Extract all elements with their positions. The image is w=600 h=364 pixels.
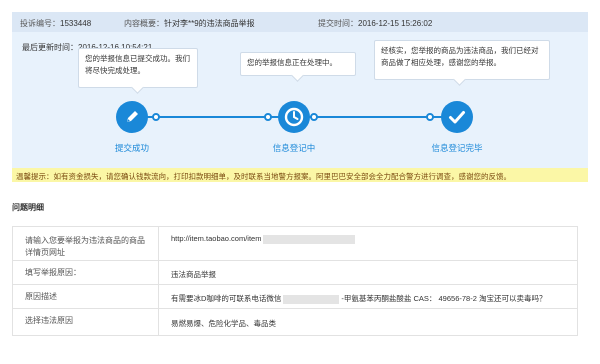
row-value: 易燃易爆、危险化学品、毒品类 [171, 319, 276, 328]
table-row: 选择违法原因 易燃易爆、危险化学品、毒品类 [13, 309, 577, 335]
row-label: 请输入您要举报为违法商品的商品详情页网址 [13, 227, 159, 260]
redacted-block [263, 234, 356, 244]
warning-banner: 温馨提示：如有资金损失，请您确认钱款流向，打印扣款明细单，及时联系当地警方报案。… [12, 168, 588, 182]
row-value: 有需要冰D咖啡的可联系电话微信 -甲氨基苯丙酮盐酸盐 CAS： 49656-78-… [171, 285, 569, 308]
status-bubble-completed: 经核实，您举报的商品为违法商品，我们已经对商品做了相应处理，感谢您的举报。 [374, 40, 550, 80]
pencil-icon [127, 111, 138, 122]
submit-time-label: 提交时间： [318, 19, 358, 28]
clock-icon [284, 107, 304, 127]
table-row: 请输入您要举报为违法商品的商品详情页网址 http://item.taobao.… [13, 227, 577, 261]
content-summary-label: 内容概要： [124, 19, 164, 28]
complaint-id-value: 1533448 [60, 19, 92, 28]
reason-text-end: -甲氨基苯丙酮盐酸盐 CAS： 49656-78-2 淘宝还可以卖毒吗？ [341, 294, 547, 303]
content-summary-value: 针对李**9的违法商品举报 [164, 19, 255, 28]
row-label: 选择违法原因 [13, 309, 159, 335]
progress-panel: 最后更新时间：2016-12-16 10:54:21 您的举报信息已提交成功。我… [12, 32, 588, 168]
submit-time: 提交时间：2016-12-15 15:26:02 [318, 18, 432, 29]
progress-dot [310, 113, 318, 121]
step-completed [441, 101, 473, 133]
submit-time-value: 2016-12-15 15:26:02 [358, 19, 433, 28]
check-icon [449, 111, 465, 124]
row-label: 原因描述 [13, 285, 159, 308]
section-title: 问题明细 [12, 203, 44, 212]
row-value: 违法商品举报 [171, 270, 216, 279]
progress-dot [152, 113, 160, 121]
redacted-block [283, 294, 340, 304]
step-label-completed: 信息登记完毕 [431, 143, 483, 153]
table-row: 填写举报原因： 违法商品举报 [13, 261, 577, 285]
step-processing [278, 101, 310, 133]
content-summary: 内容概要：针对李**9的违法商品举报 [124, 18, 255, 29]
item-url[interactable]: http://item.taobao.com/item [171, 234, 261, 243]
table-row: 原因描述 有需要冰D咖啡的可联系电话微信 -甲氨基苯丙酮盐酸盐 CAS： 4965… [13, 285, 577, 309]
status-bubble-processing: 您的举报信息正在处理中。 [240, 52, 356, 76]
row-label: 填写举报原因： [13, 261, 159, 284]
complaint-id-label: 投诉编号： [20, 19, 60, 28]
reason-text-start: 有需要冰D咖啡的可联系电话微信 [171, 294, 282, 303]
status-bubble-submitted: 您的举报信息已提交成功。我们将尽快完成处理。 [78, 48, 198, 88]
warning-text: 温馨提示：如有资金损失，请您确认钱款流向，打印扣款明细单，及时联系当地警方报案。… [16, 172, 511, 181]
step-label-submitted: 提交成功 [114, 143, 149, 153]
row-value: http://item.taobao.com/item [171, 227, 569, 260]
details-table: 请输入您要举报为违法商品的商品详情页网址 http://item.taobao.… [12, 226, 578, 336]
complaint-header: 投诉编号：1533448 内容概要：针对李**9的违法商品举报 提交时间：201… [12, 12, 588, 32]
step-submitted [116, 101, 148, 133]
complaint-id: 投诉编号：1533448 [20, 18, 91, 29]
step-label-processing: 信息登记中 [272, 143, 316, 153]
progress-dot [264, 113, 272, 121]
progress-dot [426, 113, 434, 121]
